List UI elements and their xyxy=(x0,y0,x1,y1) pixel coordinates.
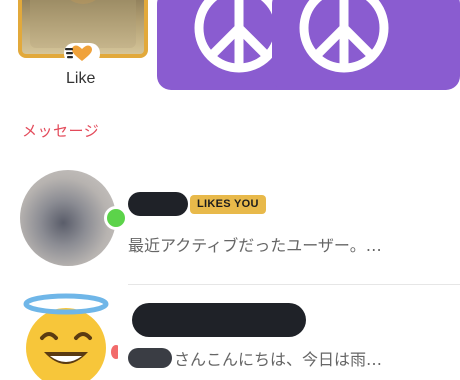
likes-row: Like xyxy=(0,0,460,95)
peace-sign-icon xyxy=(299,0,389,73)
redacted-name xyxy=(132,303,306,337)
avatar xyxy=(20,170,116,266)
redacted-name xyxy=(128,192,188,216)
likes-you-badge: LIKES YOU xyxy=(190,195,266,214)
message-preview: 最近アクティブだったユーザー。… xyxy=(128,236,382,255)
online-status-indicator xyxy=(104,206,128,230)
match-tile-2[interactable] xyxy=(272,0,460,90)
divider xyxy=(128,284,460,285)
message-preview: さんこんにちは、今日は雨… xyxy=(174,350,383,369)
heart-arrow-icon xyxy=(64,43,100,64)
likes-label: Like xyxy=(66,70,96,87)
messages-section-title: メッセージ xyxy=(22,122,100,140)
smiling-face-with-halo-icon xyxy=(23,293,118,380)
redacted-name-in-preview xyxy=(128,348,172,368)
